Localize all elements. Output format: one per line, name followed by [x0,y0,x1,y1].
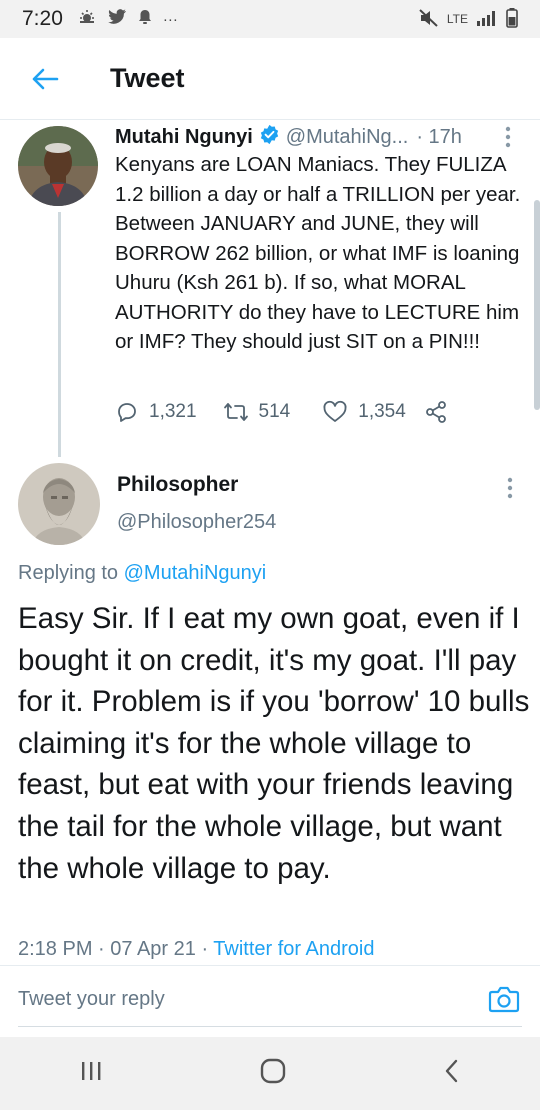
replying-to: Replying to @MutahiNgunyi [18,562,266,585]
recents-button[interactable] [78,1060,104,1087]
system-nav-bar [0,1037,540,1110]
share-button[interactable] [424,400,448,424]
weather-icon [77,9,97,29]
tweet-text: Kenyans are LOAN Maniacs. They FULIZA 1.… [115,153,521,353]
home-icon [260,1058,286,1084]
verified-badge-icon [259,124,280,151]
reply-input[interactable]: Tweet your reply [18,988,165,1011]
share-icon [425,401,446,423]
retweet-count: 514 [258,401,291,422]
like-count: 1,354 [358,401,406,422]
parent-more-icon[interactable] [504,126,512,148]
notification-icons: ··· [77,9,178,29]
replying-prefix: Replying to [18,562,119,584]
tweet-actions: 1,321 514 1,354 [115,400,525,424]
recents-icon [81,1062,101,1080]
signal-icon [476,10,498,29]
reply-button[interactable]: 1,321 [115,400,197,424]
reply-text: Easy Sir. If I eat my own goat, even if … [18,602,530,885]
author-handle[interactable]: @MutahiNg... [286,126,409,149]
reply-more-icon[interactable] [506,477,514,499]
tweet-age: · 17h [416,126,462,148]
retweet-icon [223,403,248,421]
battery-icon [506,7,518,31]
tweet-header: Mutahi Ngunyi @MutahiNg... · 17h [115,124,525,151]
thread-connector [58,212,61,457]
tweet-timestamp: 2:18 PM · 07 Apr 21 · [18,938,214,960]
tweet-meta: 2:18 PM · 07 Apr 21 · Twitter for Androi… [18,938,374,961]
reply-author-handle[interactable]: @Philosopher254 [117,511,276,534]
author-avatar[interactable] [18,126,98,206]
reply-composer: Tweet your reply [0,965,540,1037]
author-name[interactable]: Mutahi Ngunyi [115,126,253,149]
reply-author-avatar[interactable] [18,463,100,545]
page-title: Tweet [110,63,185,93]
heart-icon [323,400,347,422]
parent-tweet[interactable]: Mutahi Ngunyi @MutahiNg... · 17h Kenyans… [0,120,540,450]
back-arrow-icon [32,68,59,89]
chevron-left-icon [446,1059,458,1083]
twitter-icon [107,9,127,29]
mute-icon [419,8,439,30]
composer-underline [18,1026,522,1027]
status-bar: 7:20 ··· LTE [0,0,540,38]
more-icon: ··· [162,10,178,28]
reply-count: 1,321 [149,401,197,422]
home-button[interactable] [259,1057,287,1090]
reply-icon [118,403,136,422]
network-label: LTE [446,12,468,26]
tweet-source[interactable]: Twitter for Android [213,938,374,960]
status-right: LTE [419,7,518,31]
app-bar: Tweet [0,38,540,120]
back-button[interactable] [0,38,90,120]
replying-to-link[interactable]: @MutahiNgunyi [124,562,267,584]
like-button[interactable]: 1,354 [322,400,406,424]
reply-author-name[interactable]: Philosopher [117,473,238,497]
retweet-button[interactable]: 514 [223,400,291,424]
camera-icon [488,986,520,1013]
bell-icon [137,9,153,29]
nav-back-button[interactable] [442,1057,462,1090]
status-time: 7:20 [22,7,63,30]
camera-button[interactable] [488,984,520,1019]
